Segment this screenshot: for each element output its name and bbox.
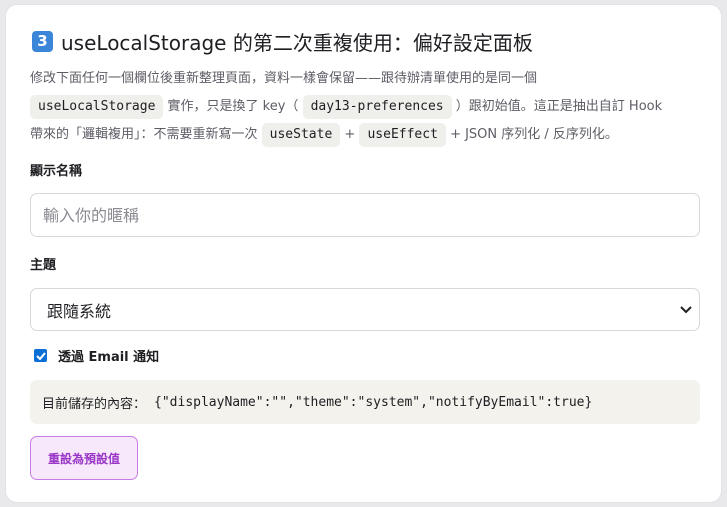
checkmark-icon <box>35 351 46 360</box>
description-line-3: 帶來的「邏輯複用」：不需要重新寫一次 useState + useEffect … <box>30 121 710 149</box>
theme-select[interactable]: 跟隨系統 <box>30 288 700 331</box>
chevron-down-icon <box>679 303 693 317</box>
display-name-input[interactable] <box>30 193 700 237</box>
storage-preview-label: 目前儲存的內容： <box>42 396 147 412</box>
description-line-1: 修改下面任何一個欄位後重新整理頁面，資料一樣會保留——跟待辦清單使用的是同一個 <box>30 71 538 86</box>
display-name-label: 顯示名稱 <box>30 164 83 179</box>
theme-label: 主題 <box>30 258 57 273</box>
code-usestate: useState <box>261 123 341 147</box>
code-key-name: day13-preferences <box>302 95 452 119</box>
reset-defaults-button[interactable]: 重設為預設值 <box>30 436 138 480</box>
keycap-number-icon: 3 <box>32 31 53 52</box>
description-line-2: useLocalStorage 實作，只是換了 key（ day13-prefe… <box>30 93 710 121</box>
storage-preview-value: {"displayName":"","theme":"system","noti… <box>154 394 593 410</box>
theme-select-value: 跟隨系統 <box>47 301 112 321</box>
storage-preview: 目前儲存的內容： {"displayName":"","theme":"syst… <box>30 380 700 424</box>
notify-email-row[interactable]: 透過 Email 通知 <box>34 346 159 365</box>
preferences-panel: 3 useLocalStorage 的第二次重複使用：偏好設定面板 修改下面任何… <box>5 4 722 503</box>
panel-title-text: useLocalStorage 的第二次重複使用：偏好設定面板 <box>61 31 533 55</box>
notify-email-label: 透過 Email 通知 <box>58 350 160 365</box>
panel-description: 修改下面任何一個欄位後重新整理頁面，資料一樣會保留——跟待辦清單使用的是同一個 … <box>30 65 710 149</box>
notify-email-checkbox[interactable] <box>34 349 47 362</box>
code-uselocalstorage: useLocalStorage <box>30 95 164 119</box>
code-useeffect: useEffect <box>359 123 446 147</box>
panel-title: 3 useLocalStorage 的第二次重複使用：偏好設定面板 <box>32 27 533 56</box>
